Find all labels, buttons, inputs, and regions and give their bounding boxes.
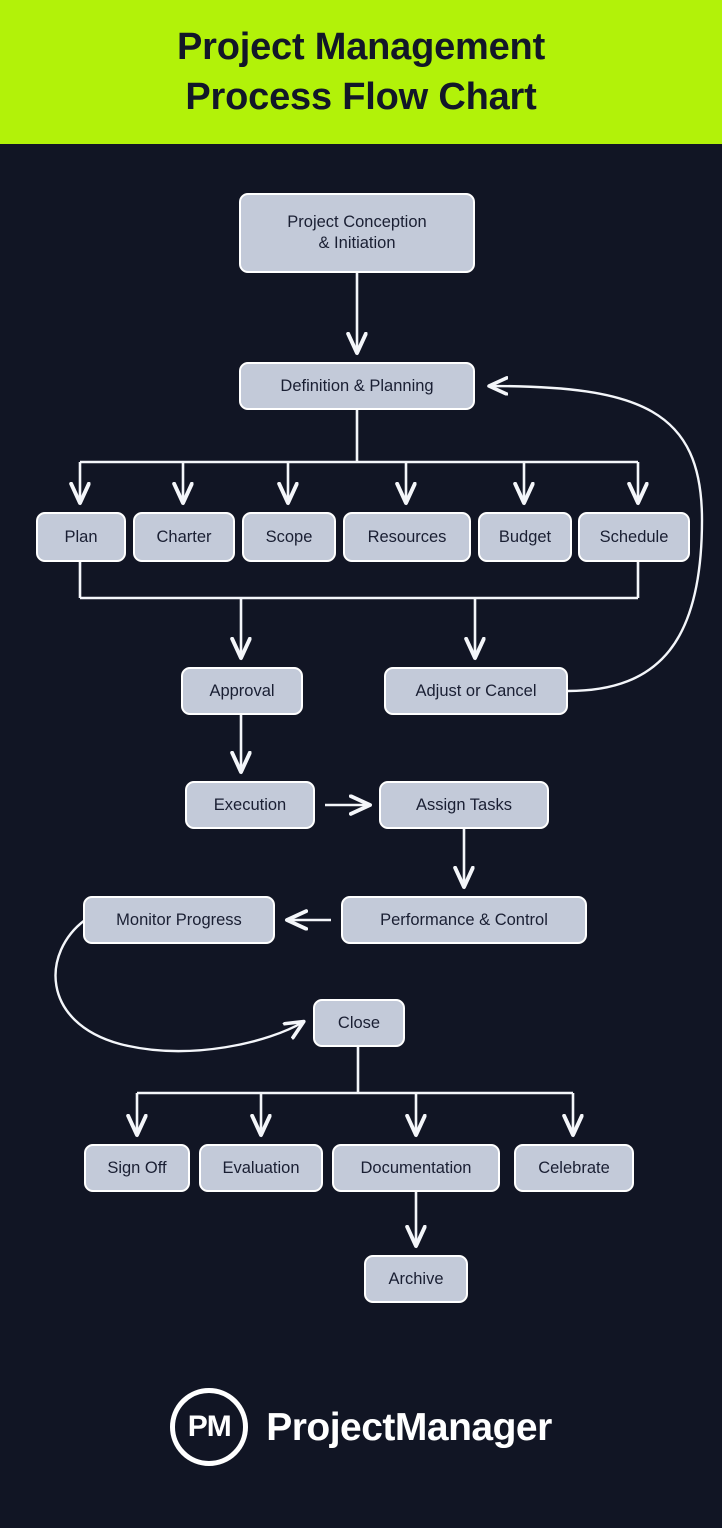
node-definition-planning[interactable]: Definition & Planning xyxy=(239,362,475,410)
node-archive[interactable]: Archive xyxy=(364,1255,468,1303)
node-project-conception[interactable]: Project Conception & Initiation xyxy=(239,193,475,273)
node-execution[interactable]: Execution xyxy=(185,781,315,829)
node-schedule[interactable]: Schedule xyxy=(578,512,690,562)
page-title-line-1: Project Management xyxy=(176,26,546,68)
node-charter[interactable]: Charter xyxy=(133,512,235,562)
node-close[interactable]: Close xyxy=(313,999,405,1047)
node-resources[interactable]: Resources xyxy=(343,512,471,562)
node-sign-off[interactable]: Sign Off xyxy=(84,1144,190,1192)
pm-circle-icon: PM xyxy=(170,1388,249,1466)
node-assign-tasks[interactable]: Assign Tasks xyxy=(379,781,549,829)
node-performance-control[interactable]: Performance & Control xyxy=(341,896,587,944)
node-celebrate[interactable]: Celebrate xyxy=(514,1144,634,1192)
brand-logo: PM ProjectManager xyxy=(0,1388,722,1466)
node-documentation[interactable]: Documentation xyxy=(332,1144,500,1192)
node-budget[interactable]: Budget xyxy=(478,512,572,562)
page-title-line-2: Process Flow Chart xyxy=(185,76,537,118)
logo-initials: PM xyxy=(187,1410,232,1443)
node-adjust-or-cancel[interactable]: Adjust or Cancel xyxy=(384,667,568,715)
node-scope[interactable]: Scope xyxy=(242,512,336,562)
infographic-root: Project Management Process Flow Chart Pr… xyxy=(0,0,722,1528)
brand-name: ProjectManager xyxy=(266,1405,552,1449)
node-approval[interactable]: Approval xyxy=(181,667,303,715)
header-banner: Project Management Process Flow Chart xyxy=(0,0,722,144)
node-monitor-progress[interactable]: Monitor Progress xyxy=(83,896,275,944)
node-plan[interactable]: Plan xyxy=(36,512,126,562)
node-evaluation[interactable]: Evaluation xyxy=(199,1144,323,1192)
